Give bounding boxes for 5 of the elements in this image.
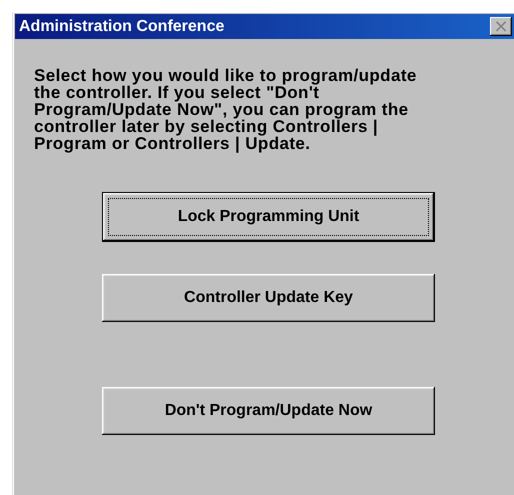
option-button[interactable]: Lock Programming Unit <box>103 193 434 241</box>
option-button[interactable]: Controller Update Key <box>102 274 435 322</box>
window-title: Administration Conference <box>19 18 226 36</box>
instruction-text: Select how you would like to program/update the controller. If you select "Don't Program/Update Now", you can program the controller later by selecting Controllers | Program or Controllers | Update. <box>34 67 418 152</box>
option-button[interactable]: Don't Program/Update Now <box>102 387 435 435</box>
